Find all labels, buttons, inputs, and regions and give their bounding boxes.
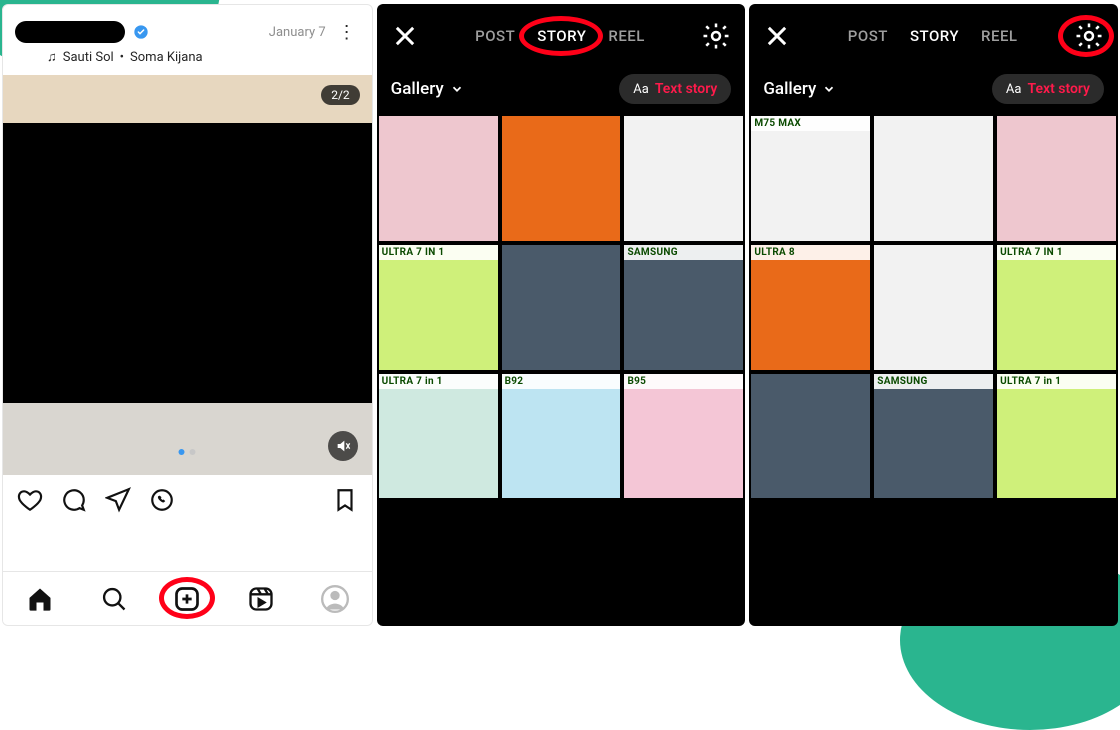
mute-button[interactable]: [328, 431, 358, 461]
gallery-thumb[interactable]: ULTRA 7 IN 1: [379, 245, 498, 370]
thumb-label: SAMSUNG: [874, 374, 993, 389]
close-icon[interactable]: [763, 22, 791, 50]
search-icon[interactable]: [100, 585, 128, 613]
panel-story-creator-b: POST STORY REEL Gallery Aa Text story M7…: [749, 4, 1118, 626]
thumb-label: M75 MAX: [751, 116, 870, 131]
reels-icon[interactable]: [247, 585, 275, 613]
text-story-label: Text story: [655, 81, 718, 97]
verified-badge-icon: [133, 24, 149, 40]
thumb-label: B95: [624, 374, 743, 389]
gallery-dropdown[interactable]: Gallery: [391, 79, 464, 99]
gallery-label: Gallery: [763, 79, 816, 99]
music-artist[interactable]: Sauti Sol: [63, 50, 114, 65]
thumb-label: SAMSUNG: [624, 245, 743, 260]
gallery-thumb[interactable]: [502, 245, 621, 370]
gallery-thumb[interactable]: ULTRA 8: [751, 245, 870, 370]
username-redacted[interactable]: [15, 21, 125, 43]
gallery-thumb[interactable]: ULTRA 7 in 1: [997, 374, 1116, 499]
music-note-icon: ♫: [47, 49, 57, 65]
text-story-button[interactable]: Aa Text story: [992, 74, 1104, 104]
gallery-label: Gallery: [391, 79, 444, 99]
gallery-thumb[interactable]: [874, 116, 993, 241]
panel-story-creator-a: POST STORY REEL Gallery Aa Text story UL…: [377, 4, 746, 626]
gallery-grid: M75 MAX ULTRA 8 ULTRA 7 IN 1 SAMSUNG ULTRA 7…: [749, 116, 1118, 498]
thumb-label: ULTRA 7 IN 1: [379, 245, 498, 260]
plus-square-icon[interactable]: [173, 585, 201, 613]
settings-gear-icon[interactable]: [701, 21, 731, 51]
heart-icon[interactable]: [17, 487, 43, 513]
text-story-label: Text story: [1027, 81, 1090, 97]
gallery-thumb[interactable]: ULTRA 7 in 1: [379, 374, 498, 499]
gallery-thumb[interactable]: [379, 116, 498, 241]
post-media[interactable]: 2/2: [3, 75, 372, 475]
gallery-thumb[interactable]: [751, 374, 870, 499]
gallery-thumb[interactable]: ULTRA 7 IN 1: [997, 245, 1116, 370]
music-track[interactable]: Soma Kijana: [130, 50, 203, 65]
thumb-label: ULTRA 8: [751, 245, 870, 260]
settings-gear-icon[interactable]: [1074, 21, 1104, 51]
bookmark-icon[interactable]: [332, 487, 358, 513]
gallery-dropdown[interactable]: Gallery: [763, 79, 836, 99]
thumb-label: ULTRA 7 IN 1: [997, 245, 1116, 260]
dot: •: [120, 50, 124, 65]
tab-reel[interactable]: REEL: [608, 27, 645, 45]
gallery-thumb[interactable]: [997, 116, 1116, 241]
thumb-label: ULTRA 7 in 1: [997, 374, 1116, 389]
gallery-thumb[interactable]: [874, 245, 993, 370]
panel-feed: January 7 ⋮ ♫ Sauti Sol • Soma Kijana 2/…: [2, 4, 373, 626]
chevron-down-icon: [450, 82, 464, 96]
creator-tabs: POST STORY REEL: [427, 27, 694, 45]
gallery-thumb[interactable]: SAMSUNG: [874, 374, 993, 499]
send-icon[interactable]: [105, 487, 131, 513]
home-icon[interactable]: [26, 585, 54, 613]
tab-post[interactable]: POST: [848, 27, 888, 45]
more-vertical-icon[interactable]: ⋮: [334, 22, 360, 43]
gallery-thumb[interactable]: [502, 116, 621, 241]
creator-tabs: POST STORY REEL: [799, 27, 1066, 45]
gallery-thumb[interactable]: SAMSUNG: [624, 245, 743, 370]
thumb-label: ULTRA 7 in 1: [379, 374, 498, 389]
whatsapp-icon[interactable]: [149, 487, 175, 513]
tab-story[interactable]: STORY: [910, 27, 959, 45]
chevron-down-icon: [822, 82, 836, 96]
gallery-thumb[interactable]: B95: [624, 374, 743, 499]
gallery-thumb[interactable]: [624, 116, 743, 241]
carousel-index: 2/2: [321, 85, 359, 105]
sound-muted-icon: [335, 438, 351, 454]
gallery-thumb[interactable]: B92: [502, 374, 621, 499]
aa-icon: Aa: [1006, 82, 1022, 97]
aa-icon: Aa: [633, 82, 649, 97]
comment-icon[interactable]: [61, 487, 87, 513]
pager-dots: [179, 449, 196, 455]
close-icon[interactable]: [391, 22, 419, 50]
tab-post[interactable]: POST: [475, 27, 515, 45]
post-date: January 7: [269, 25, 326, 40]
profile-avatar[interactable]: [321, 585, 349, 613]
gallery-thumb[interactable]: M75 MAX: [751, 116, 870, 241]
tab-story[interactable]: STORY: [537, 27, 586, 45]
gallery-grid: ULTRA 7 IN 1 SAMSUNG ULTRA 7 in 1 B92B95: [377, 116, 746, 498]
text-story-button[interactable]: Aa Text story: [619, 74, 731, 104]
thumb-label: B92: [502, 374, 621, 389]
bottom-nav: [3, 571, 372, 625]
tab-reel[interactable]: REEL: [981, 27, 1018, 45]
